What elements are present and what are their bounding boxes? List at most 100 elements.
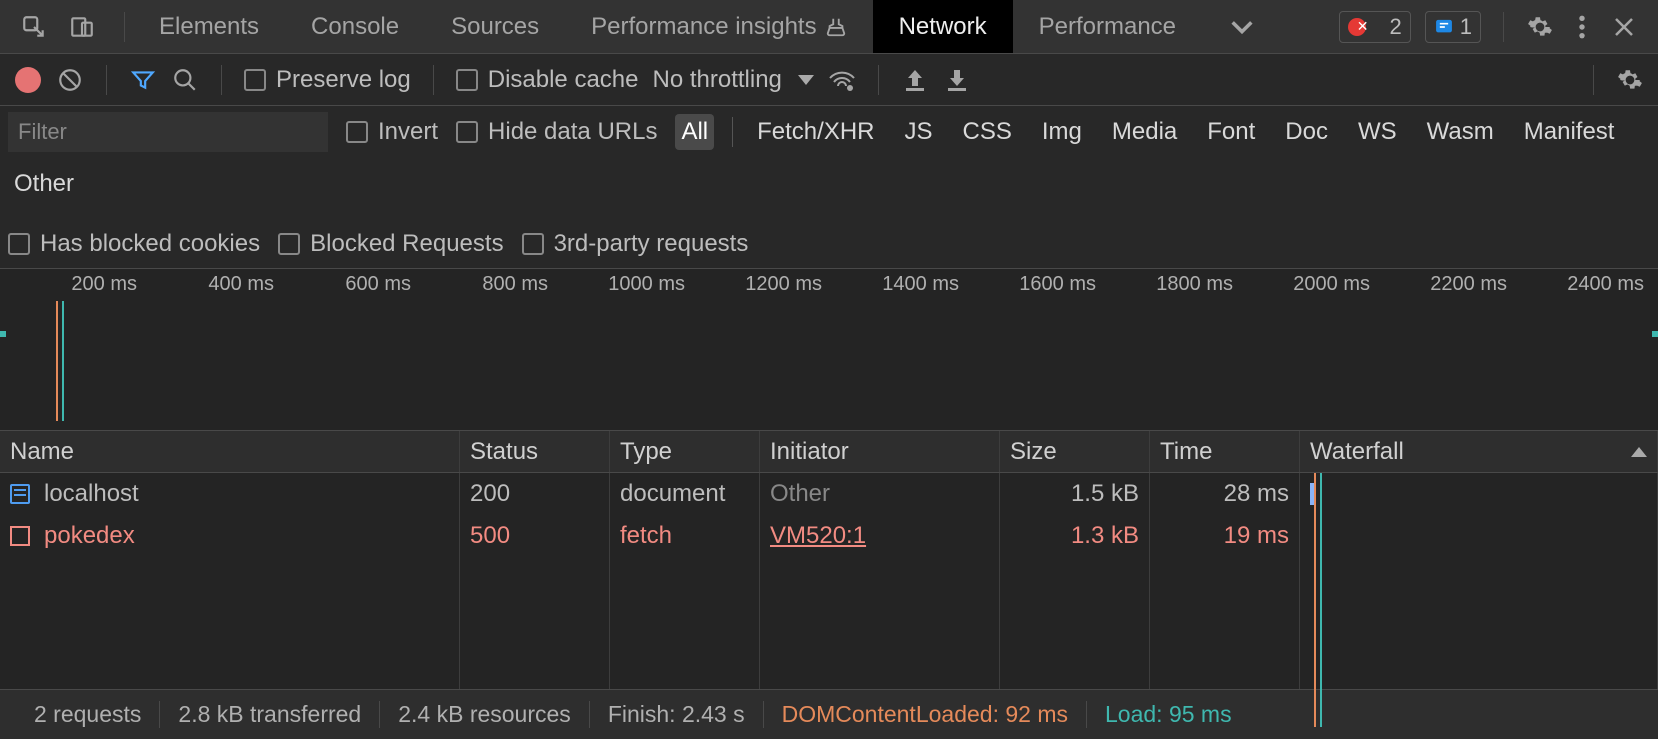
timeline-tick: 2200 ms (1370, 273, 1507, 296)
filter-type-manifest[interactable]: Manifest (1518, 114, 1621, 150)
cell-size: 1.3 kB (1000, 515, 1150, 557)
col-initiator[interactable]: Initiator (760, 431, 1000, 472)
timeline-tick: 1400 ms (822, 273, 959, 296)
timeline-tick: 1200 ms (685, 273, 822, 296)
tab-performance[interactable]: Performance (1013, 0, 1202, 53)
filter-type-wasm[interactable]: Wasm (1421, 114, 1500, 150)
separator (732, 117, 733, 147)
separator (1593, 65, 1594, 95)
download-har-icon[interactable] (943, 66, 971, 94)
filter-type-all[interactable]: All (675, 114, 714, 150)
timeline-activity (1652, 331, 1658, 337)
timeline-tick: 1600 ms (959, 273, 1096, 296)
tab-sources[interactable]: Sources (425, 0, 565, 53)
clear-icon[interactable] (56, 66, 84, 94)
col-name[interactable]: Name (0, 431, 460, 472)
timeline-tick: 1000 ms (548, 273, 685, 296)
devtools-tabbar: Elements Console Sources Performance ins… (0, 0, 1658, 54)
search-icon[interactable] (171, 66, 199, 94)
has-blocked-cookies-checkbox[interactable]: Has blocked cookies (8, 230, 260, 258)
timeline-tick: 1800 ms (1096, 273, 1233, 296)
col-time[interactable]: Time (1150, 431, 1300, 472)
tab-more[interactable] (1202, 0, 1282, 53)
timeline-tick: 600 ms (274, 273, 411, 296)
col-status[interactable]: Status (460, 431, 610, 472)
table-row[interactable]: pokedex 500 fetch VM520:1 1.3 kB 19 ms (0, 515, 1658, 557)
status-transferred: 2.8 kB transferred (160, 701, 380, 728)
status-resources: 2.4 kB resources (380, 701, 590, 728)
timeline-tick: 400 ms (137, 273, 274, 296)
filter-type-font[interactable]: Font (1201, 114, 1261, 150)
issues-counter[interactable]: 1 (1425, 11, 1481, 43)
filter-type-doc[interactable]: Doc (1279, 114, 1334, 150)
invert-checkbox[interactable]: Invert (346, 118, 438, 146)
table-body-empty (0, 557, 1658, 689)
filter-type-media[interactable]: Media (1106, 114, 1183, 150)
cell-type: fetch (610, 515, 760, 557)
settings-icon[interactable] (1526, 13, 1554, 41)
tab-console[interactable]: Console (285, 0, 425, 53)
throttling-select[interactable]: No throttling (652, 66, 813, 94)
load-marker (62, 301, 64, 421)
status-requests: 2 requests (16, 701, 160, 728)
chevron-down-icon (798, 75, 814, 85)
tab-perf-insights[interactable]: Performance insights (565, 0, 872, 53)
error-counter[interactable]: ✕2 (1339, 11, 1411, 43)
inspect-icon[interactable] (20, 13, 48, 41)
preserve-log-checkbox[interactable]: Preserve log (244, 66, 411, 94)
sort-asc-icon (1631, 447, 1647, 457)
separator (124, 12, 125, 42)
cell-size: 1.5 kB (1000, 473, 1150, 515)
status-load: Load: 95 ms (1087, 701, 1250, 728)
tab-elements[interactable]: Elements (133, 0, 285, 53)
tab-network[interactable]: Network (873, 0, 1013, 53)
cell-initiator[interactable]: VM520:1 (760, 515, 1000, 557)
blocked-requests-checkbox[interactable]: Blocked Requests (278, 230, 503, 258)
fetch-icon (10, 526, 30, 546)
third-party-checkbox[interactable]: 3rd-party requests (522, 230, 749, 258)
filter-row: Invert Hide data URLs All Fetch/XHR JS C… (0, 106, 1658, 269)
disable-cache-checkbox[interactable]: Disable cache (456, 66, 639, 94)
network-conditions-icon[interactable] (828, 66, 856, 94)
document-icon (10, 484, 30, 504)
cell-name: localhost (0, 473, 460, 515)
col-size[interactable]: Size (1000, 431, 1150, 472)
filter-type-js[interactable]: JS (899, 114, 939, 150)
filter-type-img[interactable]: Img (1036, 114, 1088, 150)
status-dcl: DOMContentLoaded: 92 ms (764, 701, 1087, 728)
timeline-tick: 200 ms (0, 273, 137, 296)
col-waterfall[interactable]: Waterfall (1300, 431, 1658, 472)
filter-type-other[interactable]: Other (8, 166, 80, 202)
cell-name: pokedex (0, 515, 460, 557)
separator (221, 65, 222, 95)
network-settings-icon[interactable] (1616, 66, 1644, 94)
cell-time: 28 ms (1150, 473, 1300, 515)
status-finish: Finish: 2.43 s (590, 701, 764, 728)
filter-type-css[interactable]: CSS (957, 114, 1018, 150)
cell-type: document (610, 473, 760, 515)
timeline-tick: 2400 ms (1507, 273, 1644, 296)
filter-toggle-icon[interactable] (129, 66, 157, 94)
close-icon[interactable] (1610, 13, 1638, 41)
cell-time: 19 ms (1150, 515, 1300, 557)
separator (878, 65, 879, 95)
device-toggle-icon[interactable] (68, 13, 96, 41)
timeline-tick: 800 ms (411, 273, 548, 296)
table-row[interactable]: localhost 200 document Other 1.5 kB 28 m… (0, 473, 1658, 515)
timeline-overview[interactable]: 200 ms 400 ms 600 ms 800 ms 1000 ms 1200… (0, 269, 1658, 431)
kebab-menu-icon[interactable] (1568, 13, 1596, 41)
upload-har-icon[interactable] (901, 66, 929, 94)
network-toolbar: Preserve log Disable cache No throttling (0, 54, 1658, 106)
col-type[interactable]: Type (610, 431, 760, 472)
cell-status: 500 (460, 515, 610, 557)
filter-input[interactable] (8, 112, 328, 152)
cell-initiator: Other (760, 473, 1000, 515)
timeline-tick: 2000 ms (1233, 273, 1370, 296)
hide-data-urls-checkbox[interactable]: Hide data URLs (456, 118, 657, 146)
separator (106, 65, 107, 95)
filter-type-ws[interactable]: WS (1352, 114, 1403, 150)
filter-type-fetchxhr[interactable]: Fetch/XHR (751, 114, 880, 150)
record-button[interactable] (14, 66, 42, 94)
dcl-marker (56, 301, 58, 421)
cell-waterfall (1300, 515, 1658, 557)
